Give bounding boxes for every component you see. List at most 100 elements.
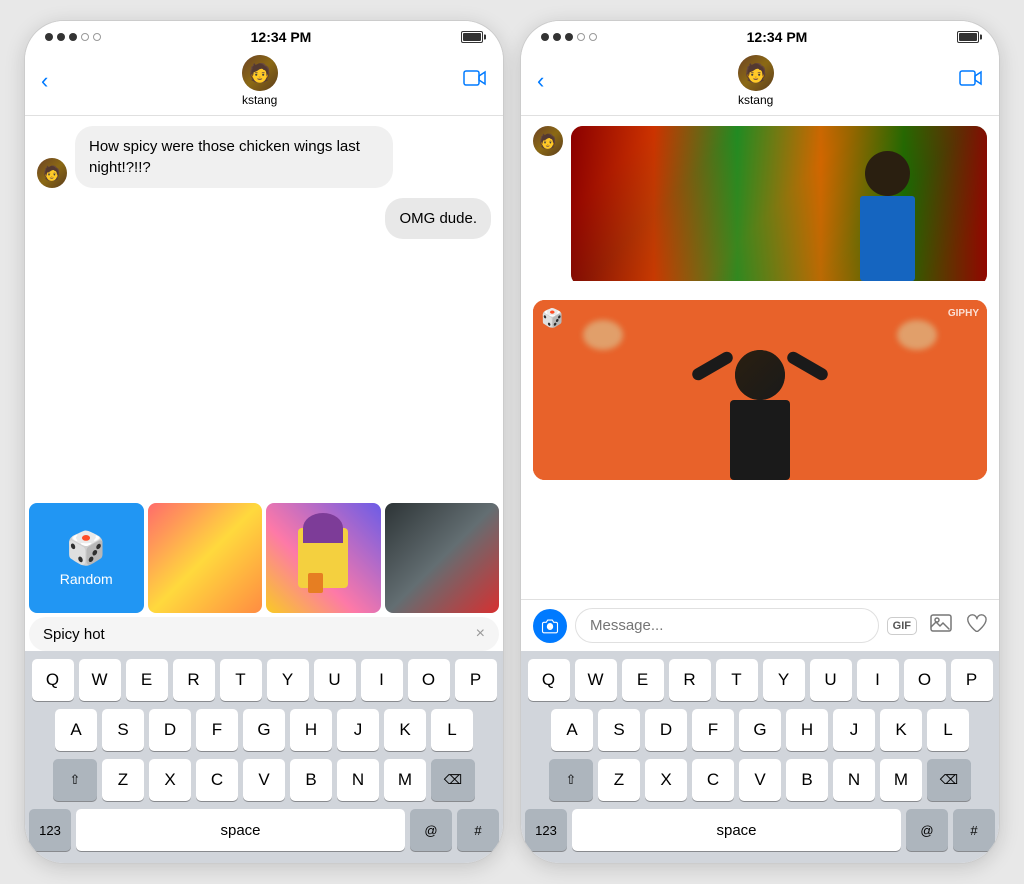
key-hash[interactable]: # xyxy=(457,809,499,851)
key-ri[interactable]: I xyxy=(857,659,899,701)
gif-button[interactable]: GIF xyxy=(887,617,917,635)
key-rl[interactable]: L xyxy=(927,709,969,751)
key-p[interactable]: P xyxy=(455,659,497,701)
key-b[interactable]: B xyxy=(290,759,332,801)
key-ra[interactable]: A xyxy=(551,709,593,751)
key-k[interactable]: K xyxy=(384,709,426,751)
key-rd[interactable]: D xyxy=(645,709,687,751)
photo-button[interactable] xyxy=(929,611,953,641)
key-rs[interactable]: S xyxy=(598,709,640,751)
gif-cell-3[interactable] xyxy=(385,503,500,613)
key-rm[interactable]: M xyxy=(880,759,922,801)
avatar-right[interactable]: 🧑 xyxy=(738,55,774,91)
key-z[interactable]: Z xyxy=(102,759,144,801)
key-a[interactable]: A xyxy=(55,709,97,751)
key-rr[interactable]: R xyxy=(669,659,711,701)
key-rq[interactable]: Q xyxy=(528,659,570,701)
username-right: kstang xyxy=(738,93,773,107)
key-y[interactable]: Y xyxy=(267,659,309,701)
key-rg[interactable]: G xyxy=(739,709,781,751)
key-l[interactable]: L xyxy=(431,709,473,751)
key-o[interactable]: O xyxy=(408,659,450,701)
key-n[interactable]: N xyxy=(337,759,379,801)
key-delete[interactable]: ⌫ xyxy=(431,759,475,801)
heart-button[interactable] xyxy=(965,612,987,640)
key-rshift[interactable]: ⇧ xyxy=(549,759,593,801)
key-rk[interactable]: K xyxy=(880,709,922,751)
key-rdelete[interactable]: ⌫ xyxy=(927,759,971,801)
random-label: Random xyxy=(60,571,113,587)
key-d[interactable]: D xyxy=(149,709,191,751)
dot-5 xyxy=(93,33,101,41)
gif-main-large[interactable]: GIPHY 🎲 xyxy=(533,300,987,480)
key-at[interactable]: @ xyxy=(410,809,452,851)
gif-grid: 🎲 Random xyxy=(25,499,503,617)
back-button-right[interactable]: ‹ xyxy=(537,64,552,98)
key-shift[interactable]: ⇧ xyxy=(53,759,97,801)
key-ry[interactable]: Y xyxy=(763,659,805,701)
key-rj[interactable]: J xyxy=(833,709,875,751)
key-ro[interactable]: O xyxy=(904,659,946,701)
key-ru[interactable]: U xyxy=(810,659,852,701)
status-time-right: 12:34 PM xyxy=(747,29,808,45)
key-r123[interactable]: 123 xyxy=(525,809,567,851)
key-v[interactable]: V xyxy=(243,759,285,801)
message-input-right[interactable] xyxy=(575,608,879,643)
msg-avatar-right: 🧑 xyxy=(533,126,563,156)
camera-button[interactable] xyxy=(533,609,567,643)
figure-body-right xyxy=(860,196,915,281)
key-i[interactable]: I xyxy=(361,659,403,701)
key-r[interactable]: R xyxy=(173,659,215,701)
key-re[interactable]: E xyxy=(622,659,664,701)
avatar-left[interactable]: 🧑 xyxy=(242,55,278,91)
key-q[interactable]: Q xyxy=(32,659,74,701)
gif-clear-button[interactable]: × xyxy=(476,625,485,643)
key-c[interactable]: C xyxy=(196,759,238,801)
key-rhash[interactable]: # xyxy=(953,809,995,851)
key-rspace[interactable]: space xyxy=(572,809,901,851)
key-g[interactable]: G xyxy=(243,709,285,751)
received-row-right: 🧑 xyxy=(521,116,999,292)
key-row-r1: Q W E R T Y U I O P xyxy=(525,659,995,701)
key-f[interactable]: F xyxy=(196,709,238,751)
key-rn[interactable]: N xyxy=(833,759,875,801)
phones-container: 12:34 PM ‹ 🧑 kstang xyxy=(4,0,1020,884)
key-rt[interactable]: T xyxy=(716,659,758,701)
key-row-r3: ⇧ Z X C V B N M ⌫ xyxy=(525,759,995,801)
key-u[interactable]: U xyxy=(314,659,356,701)
gif-cell-1[interactable] xyxy=(148,503,263,613)
key-e[interactable]: E xyxy=(126,659,168,701)
gif-chili-large[interactable] xyxy=(571,126,987,286)
key-rz[interactable]: Z xyxy=(598,759,640,801)
key-rb[interactable]: B xyxy=(786,759,828,801)
back-button-left[interactable]: ‹ xyxy=(41,64,56,98)
key-rc[interactable]: C xyxy=(692,759,734,801)
bubble-sent: OMG dude. xyxy=(385,198,491,239)
key-w[interactable]: W xyxy=(79,659,121,701)
key-row-1: Q W E R T Y U I O P xyxy=(29,659,499,701)
dot-1 xyxy=(45,33,53,41)
gif-search-input[interactable] xyxy=(43,626,476,643)
key-rf[interactable]: F xyxy=(692,709,734,751)
key-m[interactable]: M xyxy=(384,759,426,801)
gif-cell-2[interactable] xyxy=(266,503,381,613)
video-button-right[interactable] xyxy=(959,69,983,93)
key-rh[interactable]: H xyxy=(786,709,828,751)
gif-cell-random[interactable]: 🎲 Random xyxy=(29,503,144,613)
keyboard-right: Q W E R T Y U I O P A S D F G H J K L xyxy=(521,651,999,863)
key-x[interactable]: X xyxy=(149,759,191,801)
video-button-left[interactable] xyxy=(463,69,487,93)
key-j[interactable]: J xyxy=(337,709,379,751)
key-t[interactable]: T xyxy=(220,659,262,701)
avatar-face-right: 🧑 xyxy=(738,55,774,91)
key-rv[interactable]: V xyxy=(739,759,781,801)
key-space[interactable]: space xyxy=(76,809,405,851)
key-rat[interactable]: @ xyxy=(906,809,948,851)
dot-r5 xyxy=(589,33,597,41)
key-123[interactable]: 123 xyxy=(29,809,71,851)
key-rp[interactable]: P xyxy=(951,659,993,701)
key-rx[interactable]: X xyxy=(645,759,687,801)
key-rw[interactable]: W xyxy=(575,659,617,701)
key-h[interactable]: H xyxy=(290,709,332,751)
key-s[interactable]: S xyxy=(102,709,144,751)
